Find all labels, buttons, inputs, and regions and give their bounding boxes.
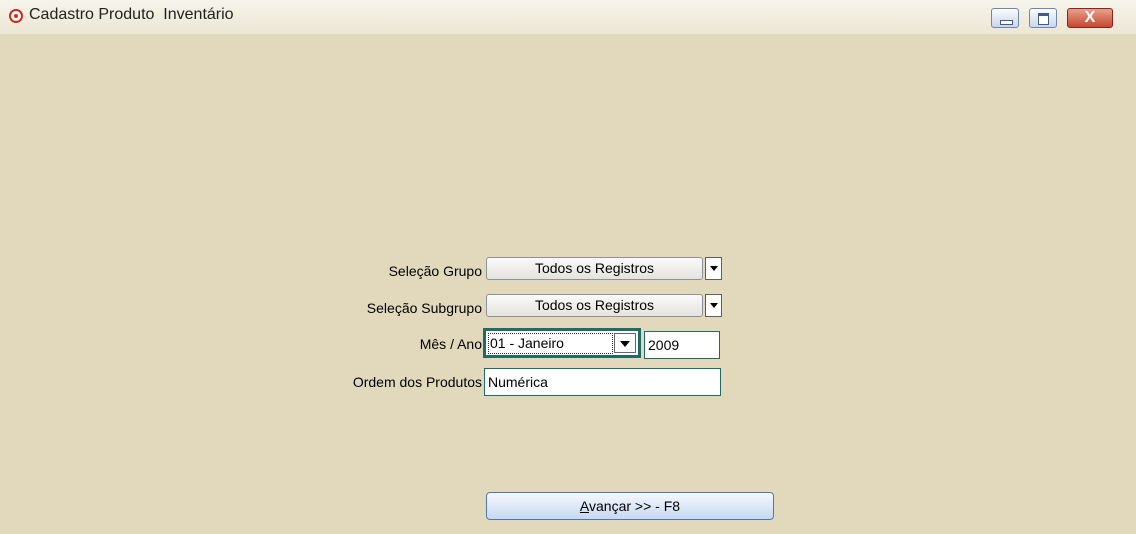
minimize-button[interactable] [991,8,1019,28]
window-title: Cadastro Produto Inventário [29,6,234,23]
mes-ano-label: Mês / Ano [419,336,482,352]
subgrupo-select-button[interactable]: Todos os Registros [486,294,703,317]
ordem-field[interactable]: Numérica [484,368,721,396]
subgrupo-dropdown-arrow-icon[interactable] [705,294,722,317]
close-icon: X [1084,9,1096,26]
grupo-dropdown-arrow-icon[interactable] [705,257,722,280]
year-input[interactable]: 2009 [644,331,720,359]
close-button[interactable]: X [1067,8,1113,28]
app-icon [9,9,23,23]
grupo-label: Seleção Grupo [388,263,482,279]
month-dropdown-arrow-icon[interactable] [614,333,636,353]
maximize-button[interactable] [1029,8,1057,28]
next-button-label: vançar >> - F8 [589,498,681,514]
title-bar: Cadastro Produto Inventário X [0,0,1136,34]
next-button-accel: A [579,498,590,514]
ordem-label: Ordem dos Produtos [352,374,482,390]
grupo-select-button[interactable]: Todos os Registros [486,257,703,280]
month-value: 01 - Janeiro [488,333,613,354]
month-select[interactable]: 01 - Janeiro [483,328,641,358]
subgrupo-label: Seleção Subgrupo [366,300,482,316]
next-button[interactable]: Avançar >> - F8 [486,492,774,520]
